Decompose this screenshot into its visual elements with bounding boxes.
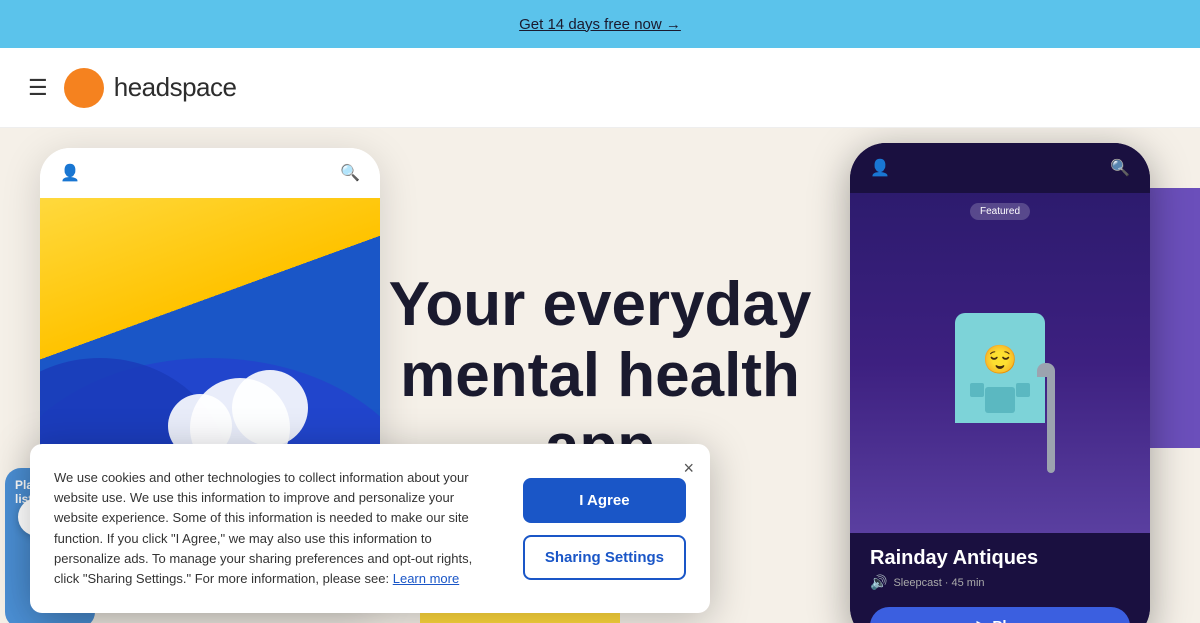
sharing-settings-button[interactable]: Sharing Settings (523, 535, 686, 580)
lamp-head-icon (1037, 363, 1055, 377)
cookie-learn-more-link[interactable]: Learn more (393, 571, 459, 586)
heading-line2: mental health (400, 341, 800, 410)
featured-badge: Featured (970, 203, 1030, 220)
hamburger-icon[interactable]: ☰ (28, 77, 48, 99)
left-phone-search-icon: 🔍 (340, 163, 360, 183)
building-illustration: 😌 (940, 313, 1060, 473)
left-phone-body (40, 198, 380, 478)
cookie-banner: We use cookies and other technologies to… (30, 444, 710, 613)
left-phone-header: 👤 🔍 (40, 148, 380, 198)
logo-circle-icon (64, 68, 104, 108)
play-button[interactable]: ▶ Play (870, 607, 1130, 623)
cookie-body-text: We use cookies and other technologies to… (54, 468, 499, 589)
hero-section: 👤 🔍 Recent Featured × Playlist Your ever… (0, 128, 1200, 623)
agree-button[interactable]: I Agree (523, 478, 686, 523)
logo-text: headspace (114, 72, 237, 103)
navbar: ☰ headspace (0, 48, 1200, 128)
right-phone-mockup: 👤 🔍 Featured 😌 Rainday Antiques (850, 143, 1150, 623)
track-title: Rainday Antiques (870, 547, 1130, 570)
right-phone-user-icon: 👤 (870, 158, 890, 178)
right-phone-bottom: Rainday Antiques 🔊 Sleepcast · 45 min ▶ … (850, 533, 1150, 623)
right-phone-header: 👤 🔍 (850, 143, 1150, 193)
left-phone-user-icon: 👤 (60, 163, 80, 183)
right-phone-screen: Featured 😌 (850, 193, 1150, 533)
right-phone-search-icon: 🔍 (1110, 158, 1130, 178)
track-meta: 🔊 Sleepcast · 45 min (870, 574, 1130, 591)
building-body-icon: 😌 (955, 313, 1045, 423)
lamp-post-icon (1047, 373, 1055, 473)
cookie-buttons-column: I Agree Sharing Settings (523, 468, 686, 589)
building-face-icon: 😌 (983, 343, 1018, 376)
cookie-close-button[interactable]: × (683, 458, 694, 479)
top-banner: Get 14 days free now → (0, 0, 1200, 48)
cookie-text-column: We use cookies and other technologies to… (54, 468, 499, 589)
heading-line1: Your everyday (389, 270, 812, 339)
free-trial-link[interactable]: Get 14 days free now → (519, 16, 681, 33)
logo-container[interactable]: headspace (64, 68, 237, 108)
